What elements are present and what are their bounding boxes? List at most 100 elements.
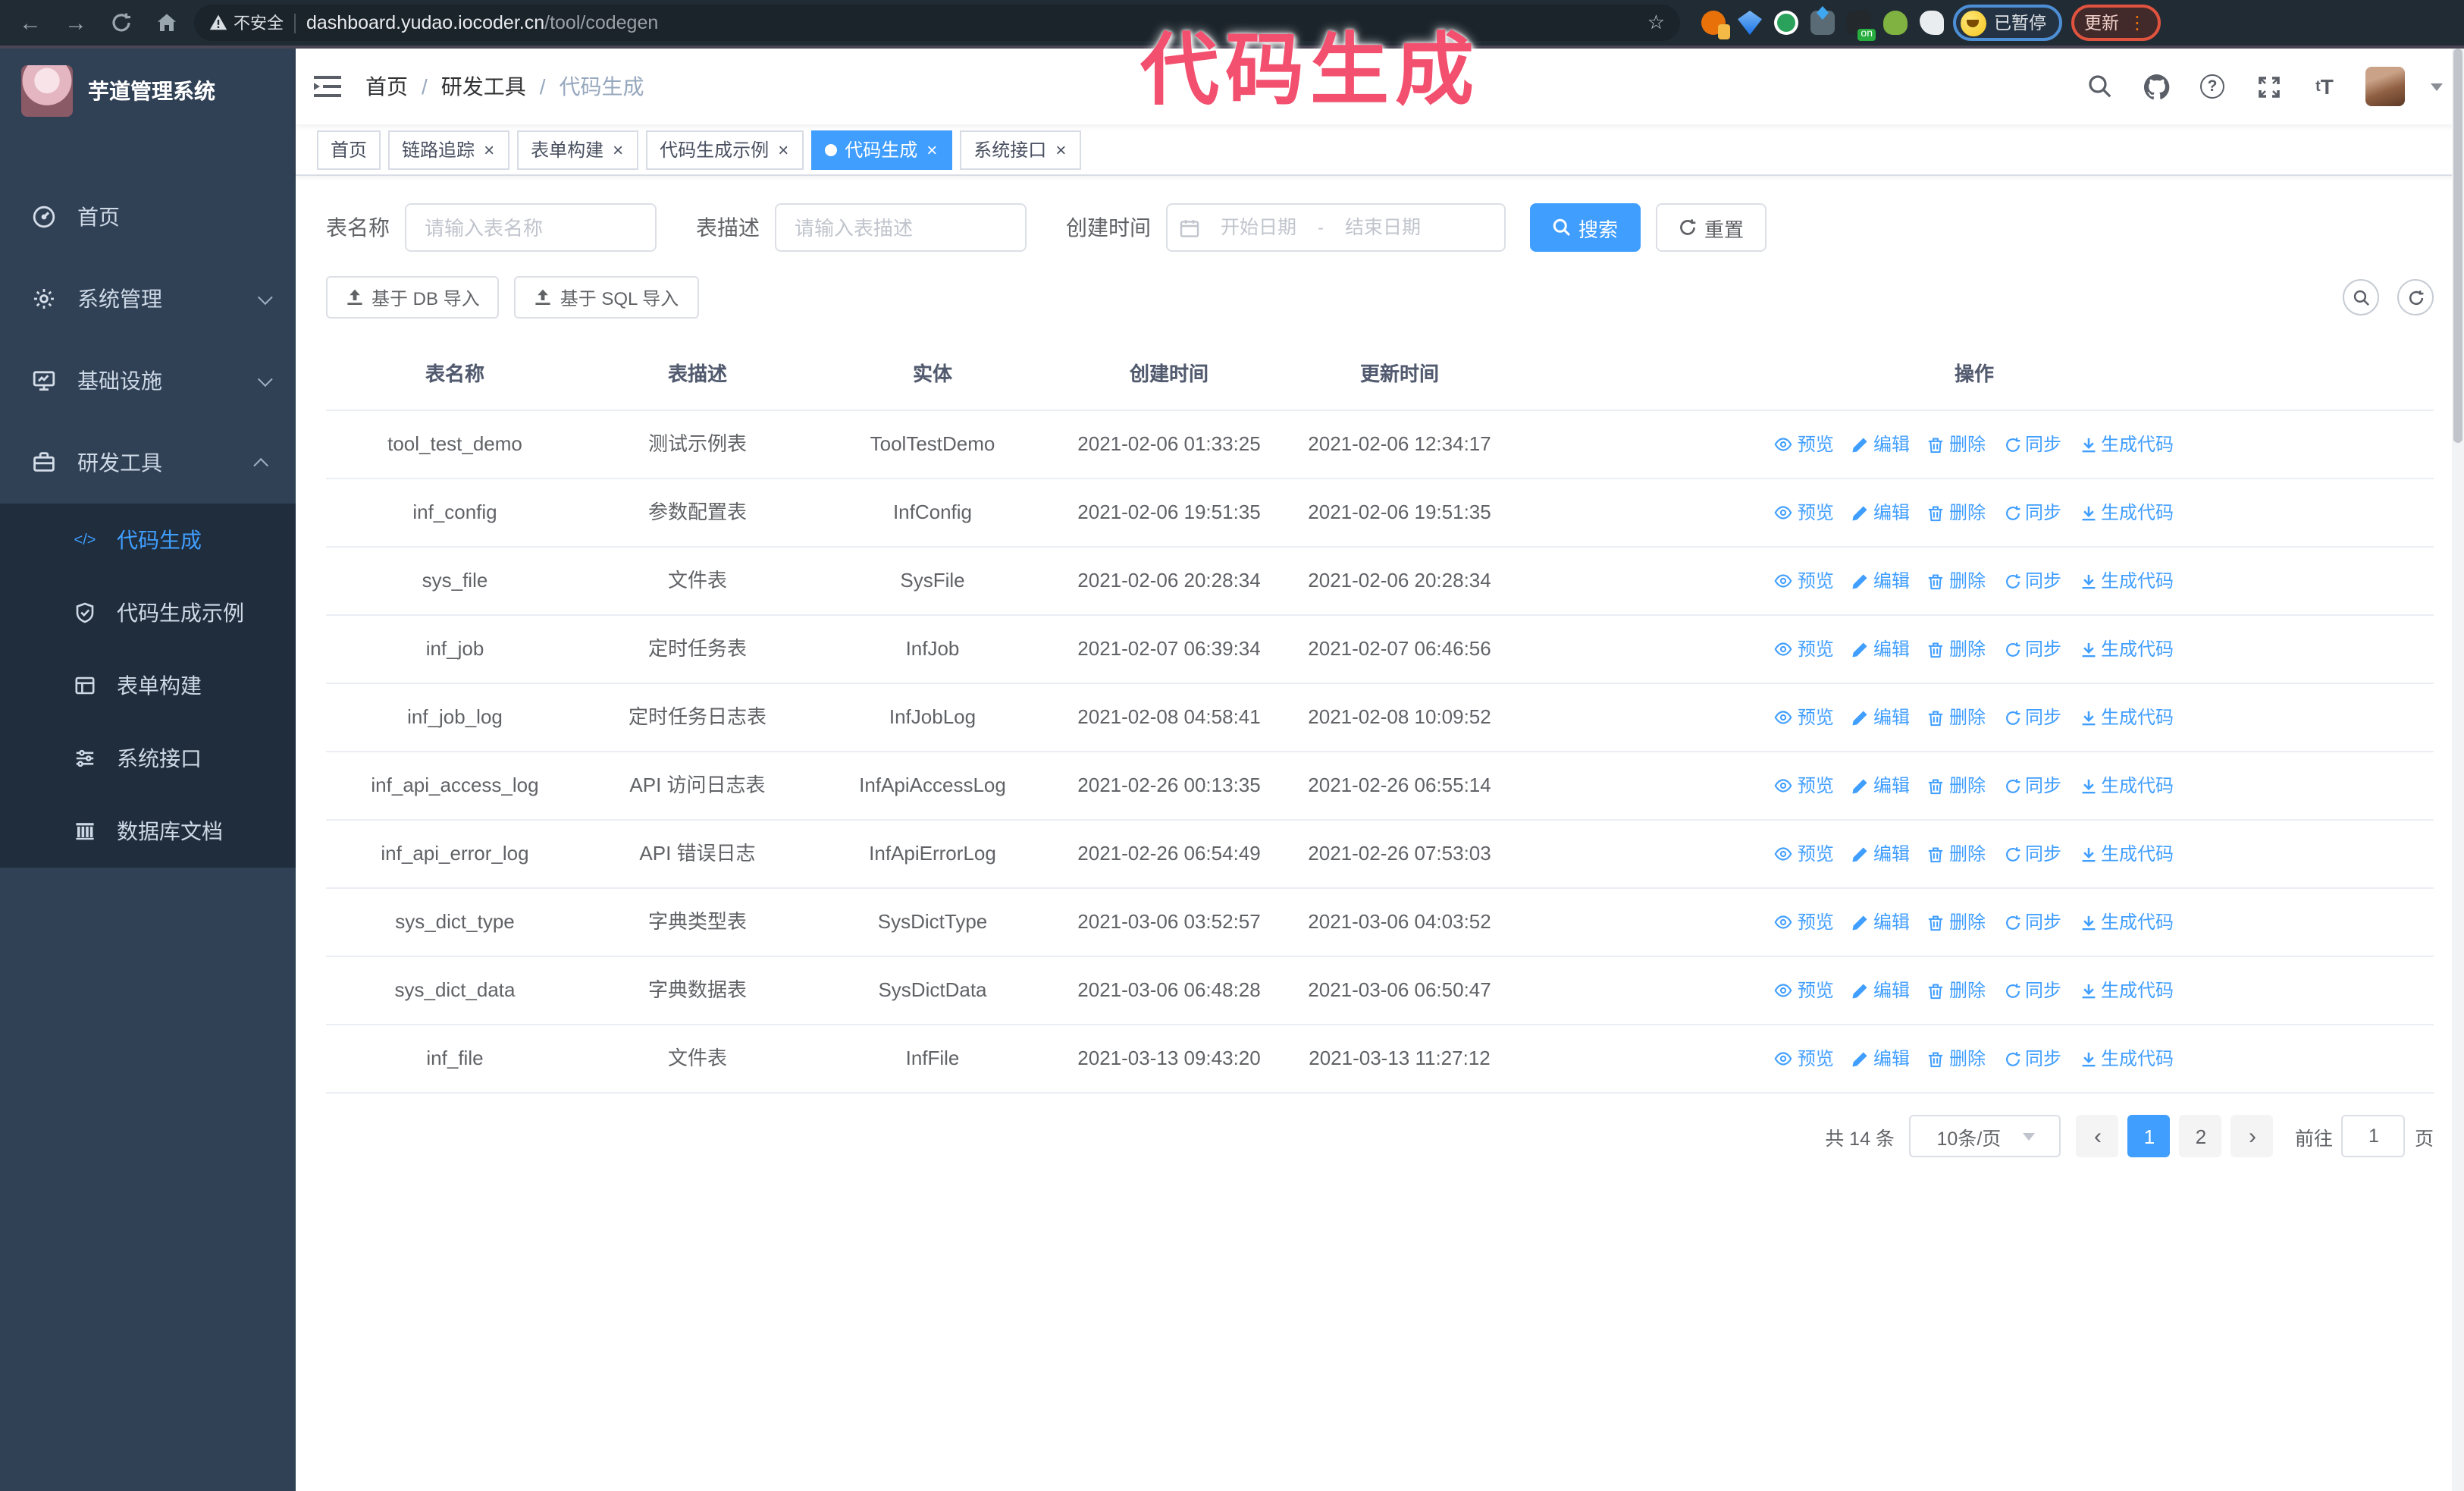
sidebar-item-system-api[interactable]: 系统接口	[0, 722, 296, 795]
hamburger-icon[interactable]	[311, 70, 344, 103]
sidebar-item-infrastructure[interactable]: 基础设施	[0, 340, 296, 422]
scrollbar-thumb[interactable]	[2453, 49, 2462, 443]
bookmark-star-icon[interactable]: ☆	[1647, 11, 1665, 35]
delete-link[interactable]: 删除	[1928, 1042, 1986, 1075]
preview-link[interactable]: 预览	[1775, 769, 1834, 802]
next-page-button[interactable]: ›	[2230, 1115, 2274, 1157]
extension-icon[interactable]	[1774, 11, 1798, 35]
page-size-select[interactable]: 10条/页	[1909, 1115, 2061, 1157]
sidebar-item-db-doc[interactable]: 数据库文档	[0, 795, 296, 868]
delete-link[interactable]: 删除	[1928, 974, 1986, 1007]
preview-link[interactable]: 预览	[1775, 974, 1834, 1007]
reset-button[interactable]: 重置	[1656, 203, 1767, 252]
browser-forward-button[interactable]: →	[58, 5, 94, 41]
security-warning[interactable]: 不安全	[209, 11, 284, 35]
extension-icon[interactable]	[1883, 11, 1908, 35]
import-sql-button[interactable]: 基于 SQL 导入	[514, 276, 699, 319]
browser-update-button[interactable]: 更新 ⋮	[2071, 5, 2160, 41]
sync-link[interactable]: 同步	[2004, 906, 2061, 939]
edit-link[interactable]: 编辑	[1852, 974, 1910, 1007]
goto-page-input[interactable]	[2341, 1115, 2406, 1157]
extension-icon[interactable]	[1738, 11, 1762, 35]
preview-link[interactable]: 预览	[1775, 1042, 1834, 1075]
help-icon[interactable]: ?	[2197, 71, 2227, 102]
font-size-icon[interactable]: tT	[2309, 71, 2340, 102]
delete-link[interactable]: 删除	[1928, 769, 1986, 802]
sidebar-item-devtools[interactable]: 研发工具	[0, 422, 296, 504]
sidebar-item-codegen[interactable]: </> 代码生成	[0, 504, 296, 576]
edit-link[interactable]: 编辑	[1852, 1042, 1910, 1075]
generate-code-link[interactable]: 生成代码	[2080, 906, 2174, 939]
delete-link[interactable]: 删除	[1928, 837, 1986, 871]
end-date-input[interactable]	[1330, 217, 1436, 238]
sync-link[interactable]: 同步	[2004, 496, 2061, 529]
tab[interactable]: 系统接口 ×	[960, 130, 1082, 169]
delete-link[interactable]: 删除	[1928, 564, 1986, 598]
sync-link[interactable]: 同步	[2004, 769, 2061, 802]
generate-code-link[interactable]: 生成代码	[2080, 632, 2174, 666]
show-search-button[interactable]	[2343, 279, 2379, 315]
date-range-picker[interactable]: -	[1166, 203, 1506, 252]
preview-link[interactable]: 预览	[1775, 701, 1834, 734]
refresh-table-button[interactable]	[2397, 279, 2434, 315]
sync-link[interactable]: 同步	[2004, 701, 2061, 734]
table-desc-input[interactable]	[775, 203, 1027, 252]
extension-icon[interactable]	[1920, 11, 1944, 35]
tab[interactable]: 首页 ×	[317, 130, 381, 169]
fullscreen-icon[interactable]	[2253, 71, 2284, 102]
page-button-1[interactable]: 1	[2127, 1115, 2171, 1157]
breadcrumb-home[interactable]: 首页	[365, 71, 408, 102]
generate-code-link[interactable]: 生成代码	[2080, 769, 2174, 802]
edit-link[interactable]: 编辑	[1852, 428, 1910, 461]
tab[interactable]: 表单构建 ×	[517, 130, 639, 169]
user-menu-caret-icon[interactable]	[2431, 83, 2443, 90]
browser-profile-chip[interactable]: 已暂停	[1953, 5, 2061, 41]
sidebar-logo[interactable]: 芋道管理系统	[0, 49, 296, 133]
generate-code-link[interactable]: 生成代码	[2080, 837, 2174, 871]
browser-home-button[interactable]	[149, 5, 185, 41]
tab-close-icon[interactable]: ×	[925, 140, 939, 159]
generate-code-link[interactable]: 生成代码	[2080, 1042, 2174, 1075]
extension-icon[interactable]	[1701, 11, 1730, 39]
tab[interactable]: 代码生成 ×	[811, 130, 953, 169]
generate-code-link[interactable]: 生成代码	[2080, 496, 2174, 529]
edit-link[interactable]: 编辑	[1852, 769, 1910, 802]
delete-link[interactable]: 删除	[1928, 906, 1986, 939]
sidebar-item-codegen-example[interactable]: 代码生成示例	[0, 576, 296, 649]
import-db-button[interactable]: 基于 DB 导入	[326, 276, 500, 319]
sync-link[interactable]: 同步	[2004, 632, 2061, 666]
sync-link[interactable]: 同步	[2004, 974, 2061, 1007]
breadcrumb-devtools[interactable]: 研发工具	[441, 71, 526, 102]
preview-link[interactable]: 预览	[1775, 496, 1834, 529]
generate-code-link[interactable]: 生成代码	[2080, 974, 2174, 1007]
user-avatar[interactable]	[2365, 67, 2405, 106]
edit-link[interactable]: 编辑	[1852, 564, 1910, 598]
preview-link[interactable]: 预览	[1775, 906, 1834, 939]
search-button[interactable]: 搜索	[1530, 203, 1641, 252]
page-button-2[interactable]: 2	[2179, 1115, 2222, 1157]
start-date-input[interactable]	[1205, 217, 1312, 238]
table-name-input[interactable]	[405, 203, 657, 252]
prev-page-button[interactable]: ‹	[2076, 1115, 2119, 1157]
tab[interactable]: 链路追踪 ×	[388, 130, 510, 169]
edit-link[interactable]: 编辑	[1852, 496, 1910, 529]
github-icon[interactable]	[2141, 71, 2171, 102]
search-icon[interactable]	[2085, 71, 2115, 102]
sync-link[interactable]: 同步	[2004, 428, 2061, 461]
tab[interactable]: 代码生成示例 ×	[646, 130, 804, 169]
delete-link[interactable]: 删除	[1928, 701, 1986, 734]
tab-close-icon[interactable]: ×	[1054, 140, 1067, 159]
tab-close-icon[interactable]: ×	[611, 140, 625, 159]
edit-link[interactable]: 编辑	[1852, 837, 1910, 871]
delete-link[interactable]: 删除	[1928, 632, 1986, 666]
delete-link[interactable]: 删除	[1928, 428, 1986, 461]
preview-link[interactable]: 预览	[1775, 837, 1834, 871]
browser-back-button[interactable]: ←	[12, 5, 49, 41]
tab-close-icon[interactable]: ×	[776, 140, 790, 159]
extension-icon[interactable]	[1847, 11, 1876, 41]
extension-icon[interactable]	[1810, 11, 1835, 35]
preview-link[interactable]: 预览	[1775, 564, 1834, 598]
tab-close-icon[interactable]: ×	[482, 140, 496, 159]
edit-link[interactable]: 编辑	[1852, 906, 1910, 939]
delete-link[interactable]: 删除	[1928, 496, 1986, 529]
